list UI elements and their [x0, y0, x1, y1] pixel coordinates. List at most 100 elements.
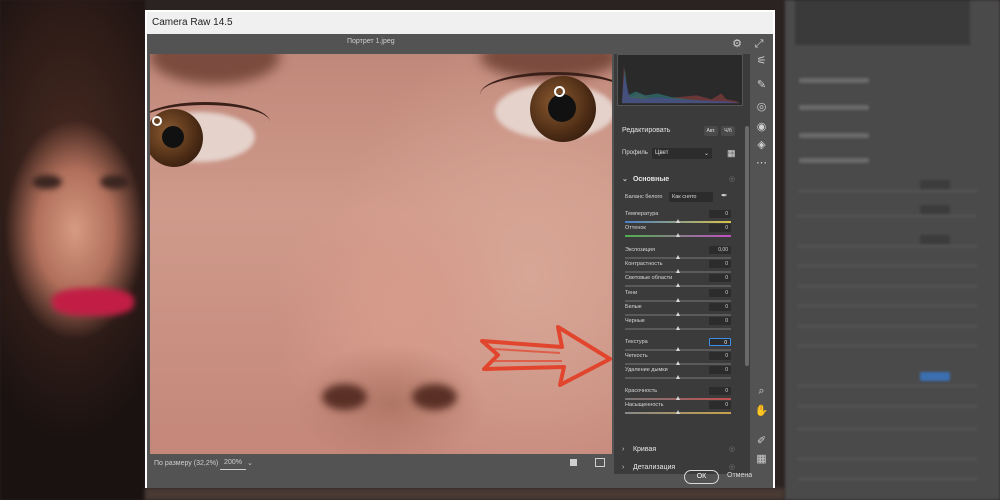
- slider-row: Световые области 0: [617, 274, 741, 289]
- slider-value-input[interactable]: 0,00: [709, 246, 731, 254]
- slider-value-input[interactable]: 0: [709, 289, 731, 297]
- section-basic[interactable]: ⌄ Основные ◎: [617, 172, 741, 188]
- slider-row: Тени 0: [617, 289, 741, 304]
- status-bar: По размеру (32,2%) 200% ⌄: [150, 454, 612, 474]
- zoom-level[interactable]: 200%: [220, 456, 246, 470]
- single-view-icon[interactable]: [570, 459, 577, 466]
- white-balance-label: Баланс белого: [625, 194, 663, 200]
- slider-row: Удаление дымки 0: [617, 366, 741, 381]
- bg-field: [920, 372, 950, 381]
- hand-icon[interactable]: ✋: [754, 404, 769, 419]
- bw-button[interactable]: Ч/б: [721, 126, 735, 136]
- chevron-down-icon: ⌄: [703, 151, 709, 157]
- eyedropper-icon[interactable]: ✒: [721, 191, 728, 200]
- tool-strip: ⚟ ✎ ◎ ◉ ◈ ⋯ ⌕ ✋ ✐ ▦: [750, 54, 773, 474]
- zoom-icon[interactable]: ⌕: [754, 384, 769, 399]
- slider-label: Текстура: [625, 339, 648, 345]
- slider-row: Насыщенность 0: [617, 401, 741, 416]
- cancel-button[interactable]: Отмена: [727, 472, 752, 479]
- profile-label: Профиль: [622, 150, 648, 156]
- background-eye-right: [100, 175, 130, 189]
- slider-value-input[interactable]: 0: [709, 317, 731, 325]
- bg-row: [797, 285, 977, 287]
- red-eye-icon[interactable]: ◉: [754, 120, 769, 135]
- bg-row: [797, 428, 977, 430]
- slider-row: Красочность 0: [617, 387, 741, 402]
- profile-browser-icon[interactable]: ▦: [727, 149, 737, 158]
- slider-value-input[interactable]: 0: [709, 210, 731, 218]
- file-name: Портрет 1.jpeg: [347, 38, 395, 45]
- fullscreen-icon[interactable]: ⤢: [752, 37, 766, 51]
- visibility-icon[interactable]: ◎: [729, 442, 735, 458]
- bg-row: [797, 215, 977, 217]
- slider-label: Черные: [625, 318, 645, 324]
- slider-label: Тени: [625, 290, 638, 296]
- slider-label: Температура: [625, 211, 659, 217]
- color-sampler-icon[interactable]: ✐: [754, 434, 769, 449]
- slider-label: Оттенок: [625, 225, 646, 231]
- background-histogram: [795, 0, 970, 45]
- slider-label: Насыщенность: [625, 402, 664, 408]
- section-curve-title: Кривая: [632, 446, 657, 453]
- bg-row: [797, 265, 977, 267]
- before-after-icon[interactable]: [595, 458, 605, 467]
- gear-icon[interactable]: ⚙: [730, 37, 744, 51]
- slider-row: Экспозиция 0,00: [617, 246, 741, 261]
- slider-value-input[interactable]: 0: [709, 387, 731, 395]
- profile-select[interactable]: Цвет ⌄: [652, 148, 712, 159]
- slider-value-input[interactable]: 0: [709, 303, 731, 311]
- more-icon[interactable]: ⋯: [754, 156, 769, 171]
- visibility-icon[interactable]: ◎: [729, 172, 735, 188]
- bg-row: [797, 385, 977, 387]
- slider-value-input[interactable]: 0: [709, 224, 731, 232]
- dialog-footer: ОК Отмена: [147, 470, 773, 488]
- bg-label: [799, 105, 869, 110]
- presets-icon[interactable]: ◈: [754, 138, 769, 153]
- slider-value-input[interactable]: 0: [709, 338, 731, 346]
- bg-label: [799, 78, 869, 83]
- slider-row: Текстура 0: [617, 338, 741, 353]
- slider-label: Белые: [625, 304, 642, 310]
- edit-panel: Редактировать Авт. Ч/б Профиль Цвет ⌄ ▦ …: [614, 54, 744, 474]
- white-balance-row: Баланс белого Как снято ✒: [617, 191, 741, 203]
- zoom-dropdown-icon[interactable]: ⌄: [247, 459, 253, 467]
- slider-value-input[interactable]: 0: [709, 401, 731, 409]
- scrollbar-thumb[interactable]: [745, 126, 749, 366]
- slider-label: Четкость: [625, 353, 648, 359]
- bg-row: [797, 345, 977, 347]
- masking-icon[interactable]: ◎: [754, 100, 769, 115]
- section-detail-title: Детализация: [632, 464, 676, 471]
- top-bar: Портрет 1.jpeg ⚙ ⤢: [147, 34, 773, 54]
- slider-value-input[interactable]: 0: [709, 366, 731, 374]
- ok-button[interactable]: ОК: [684, 470, 719, 484]
- auto-button[interactable]: Авт.: [704, 126, 718, 136]
- heal-icon[interactable]: ✎: [754, 78, 769, 93]
- slider-value-input[interactable]: 0: [709, 274, 731, 282]
- chevron-down-icon: ⌄: [622, 176, 628, 183]
- annotation-arrow: [480, 325, 612, 387]
- slider-label: Световые области: [625, 275, 673, 281]
- slider-value-input[interactable]: 0: [709, 352, 731, 360]
- section-basic-title: Основные: [632, 176, 670, 183]
- slider-label: Красочность: [625, 388, 658, 394]
- grid-overlay-icon[interactable]: ▦: [754, 452, 769, 467]
- edit-icon[interactable]: ⚟: [754, 54, 769, 69]
- background-blurred-portrait: [0, 0, 145, 500]
- slider-label: Удаление дымки: [625, 367, 668, 373]
- eyebrow-left: [150, 54, 280, 84]
- white-balance-value: Как снято: [672, 194, 697, 200]
- slider-value-input[interactable]: 0: [709, 260, 731, 268]
- bg-row: [797, 245, 977, 247]
- bg-label: [799, 158, 869, 163]
- background-blurred-panel: [785, 0, 1000, 500]
- section-curve[interactable]: › Кривая ◎: [617, 442, 741, 458]
- bg-row: [797, 405, 977, 407]
- background-lips: [52, 288, 134, 316]
- fit-zoom-option[interactable]: По размеру (32,2%): [154, 460, 218, 467]
- slider-row: Оттенок 0: [617, 224, 741, 239]
- nostril-left: [322, 384, 367, 410]
- photo-preview[interactable]: [150, 54, 612, 454]
- histogram: [617, 54, 743, 106]
- window-title: Camera Raw 14.5: [147, 12, 773, 34]
- white-balance-select[interactable]: Как снято: [669, 192, 713, 202]
